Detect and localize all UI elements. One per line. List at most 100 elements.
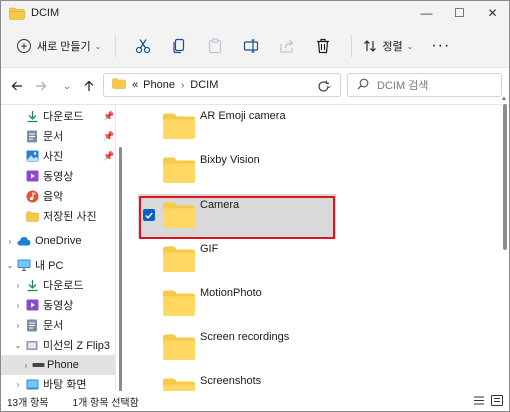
new-button[interactable]: + 새로 만들기 ⌄ — [13, 32, 105, 60]
back-button[interactable] — [7, 76, 27, 96]
folder-name: AR Emoji camera — [200, 110, 286, 122]
address-bar[interactable]: « Phone › DCIM ⌄ — [103, 73, 341, 97]
folder-icon — [162, 112, 196, 145]
maximize-button[interactable]: ☐ — [443, 1, 476, 25]
file-list: AR Emoji camera Bixby Vision Camera GIF — [128, 105, 500, 393]
arrow-left-icon — [11, 81, 22, 91]
sidebar-item-onedrive[interactable]: › OneDrive — [1, 231, 115, 251]
folder-item[interactable]: Screen recordings — [138, 326, 336, 370]
details-view-icon[interactable] — [473, 394, 485, 406]
sort-button[interactable]: 정렬 ⌄ — [363, 38, 413, 54]
copy-icon[interactable] — [168, 33, 190, 59]
chevron-right-icon[interactable]: › — [13, 380, 23, 389]
chevron-right-icon[interactable]: › — [13, 281, 23, 290]
folder-item[interactable]: MotionPhoto — [138, 282, 336, 326]
chevron-right-icon[interactable]: › — [21, 361, 31, 370]
navigation-row: ⌄ « Phone › DCIM ⌄ DCIM 검색 — [1, 68, 509, 105]
folder-item[interactable]: GIF — [138, 238, 336, 282]
sidebar-scrollbar[interactable] — [119, 147, 122, 397]
share-icon[interactable] — [276, 33, 298, 59]
folder-name: Bixby Vision — [200, 154, 260, 166]
folder-name: Screenshots — [200, 375, 262, 387]
sidebar-item-label: 미선의 Z Flip3 — [43, 340, 111, 352]
folder-icon — [162, 156, 196, 189]
document-icon — [25, 318, 39, 332]
video-icon — [25, 169, 39, 183]
picture-icon — [25, 149, 39, 163]
sidebar-item-videos[interactable]: 동영상 — [1, 166, 115, 186]
tiles-view-icon[interactable] — [491, 394, 503, 406]
up-button[interactable] — [79, 76, 99, 96]
sidebar-item-pc-documents[interactable]: › 문서 — [1, 315, 115, 335]
pin-icon: 📌 — [103, 130, 115, 141]
sidebar-item-phone-storage[interactable]: › Phone — [1, 355, 115, 375]
rename-icon[interactable] — [240, 33, 262, 59]
selection-count: 1개 항목 선택함 — [72, 397, 139, 409]
file-list-scrollbar[interactable] — [503, 104, 507, 250]
title-bar: DCIM — ☐ ✕ — [1, 1, 509, 25]
folder-item-selected[interactable]: Camera — [138, 194, 336, 238]
chevron-down-icon[interactable]: ⌄ — [5, 261, 15, 270]
item-count: 13개 항목 — [7, 397, 49, 409]
phone-icon — [25, 338, 39, 352]
search-box[interactable]: DCIM 검색 — [347, 73, 502, 97]
paste-icon[interactable] — [204, 33, 226, 59]
sidebar-item-label: 사진 — [43, 151, 64, 163]
sidebar-item-pictures-pinned[interactable]: 사진 📌 — [1, 146, 115, 166]
folder-item[interactable]: Screenshots — [138, 370, 336, 393]
folder-icon — [162, 289, 196, 322]
sidebar-item-documents-pinned[interactable]: 문서 📌 — [1, 126, 115, 146]
sidebar-item-label: 동영상 — [43, 171, 74, 183]
chevron-right-icon[interactable]: › — [181, 80, 184, 91]
breadcrumb-dcim[interactable]: DCIM — [190, 79, 218, 91]
delete-icon[interactable] — [312, 33, 334, 59]
recent-locations-button[interactable]: ⌄ — [57, 76, 77, 96]
breadcrumb-phone[interactable]: Phone — [143, 79, 175, 91]
folder-item[interactable]: Bixby Vision — [138, 149, 336, 193]
pin-icon: 📌 — [103, 110, 115, 121]
folder-item[interactable]: AR Emoji camera — [138, 105, 336, 149]
close-button[interactable]: ✕ — [476, 1, 509, 25]
scroll-up-arrow-icon[interactable]: ▲ — [501, 96, 507, 102]
command-bar: + 새로 만들기 ⌄ 정렬 ⌄ ··· — [1, 25, 509, 68]
sidebar-item-label: 동영상 — [43, 300, 74, 312]
download-icon — [25, 109, 39, 123]
chevron-right-icon[interactable]: › — [5, 237, 15, 246]
arrow-right-icon — [36, 81, 47, 91]
refresh-button[interactable] — [313, 76, 333, 96]
sidebar-item-downloads-pinned[interactable]: 다운로드 📌 — [1, 106, 115, 126]
chevron-right-icon[interactable]: › — [13, 301, 23, 310]
sidebar-item-music[interactable]: 음악 — [1, 186, 115, 206]
window-title: DCIM — [31, 7, 60, 19]
more-options-button[interactable]: ··· — [431, 38, 450, 54]
sidebar-item-label: 저장된 사진 — [43, 211, 97, 223]
sidebar-item-pc-videos[interactable]: › 동영상 — [1, 295, 115, 315]
sidebar-item-label: 다운로드 — [43, 280, 84, 292]
folder-icon — [162, 201, 196, 234]
checkbox-checked-icon[interactable] — [143, 209, 155, 221]
sidebar-item-phone-device[interactable]: ⌄ 미선의 Z Flip3 — [1, 335, 115, 355]
sidebar-item-label: OneDrive — [35, 235, 82, 247]
forward-button[interactable] — [31, 76, 51, 96]
music-icon — [25, 189, 39, 203]
desktop-icon — [25, 377, 39, 391]
chevron-down-icon: ⌄ — [406, 41, 414, 51]
minimize-button[interactable]: — — [410, 1, 443, 25]
sidebar-item-pc-downloads[interactable]: › 다운로드 — [1, 275, 115, 295]
drive-icon — [31, 358, 45, 372]
sidebar-item-saved-pictures[interactable]: 저장된 사진 — [1, 206, 115, 226]
sidebar-item-label: 바탕 화면 — [43, 379, 87, 391]
search-icon — [357, 78, 369, 93]
chevron-down-icon[interactable]: ⌄ — [13, 341, 23, 350]
chevron-right-icon[interactable]: › — [13, 321, 23, 330]
computer-icon — [17, 258, 31, 272]
command-separator — [115, 35, 117, 57]
cut-icon[interactable] — [132, 33, 154, 59]
sidebar-item-label: 내 PC — [35, 260, 64, 272]
arrow-up-icon — [84, 80, 94, 91]
view-switcher — [467, 394, 503, 406]
search-placeholder: DCIM 검색 — [377, 80, 429, 92]
sidebar-item-label: 음악 — [43, 191, 64, 203]
sidebar-item-this-pc[interactable]: ⌄ 내 PC — [1, 255, 115, 275]
breadcrumb-overflow[interactable]: « — [132, 79, 138, 91]
